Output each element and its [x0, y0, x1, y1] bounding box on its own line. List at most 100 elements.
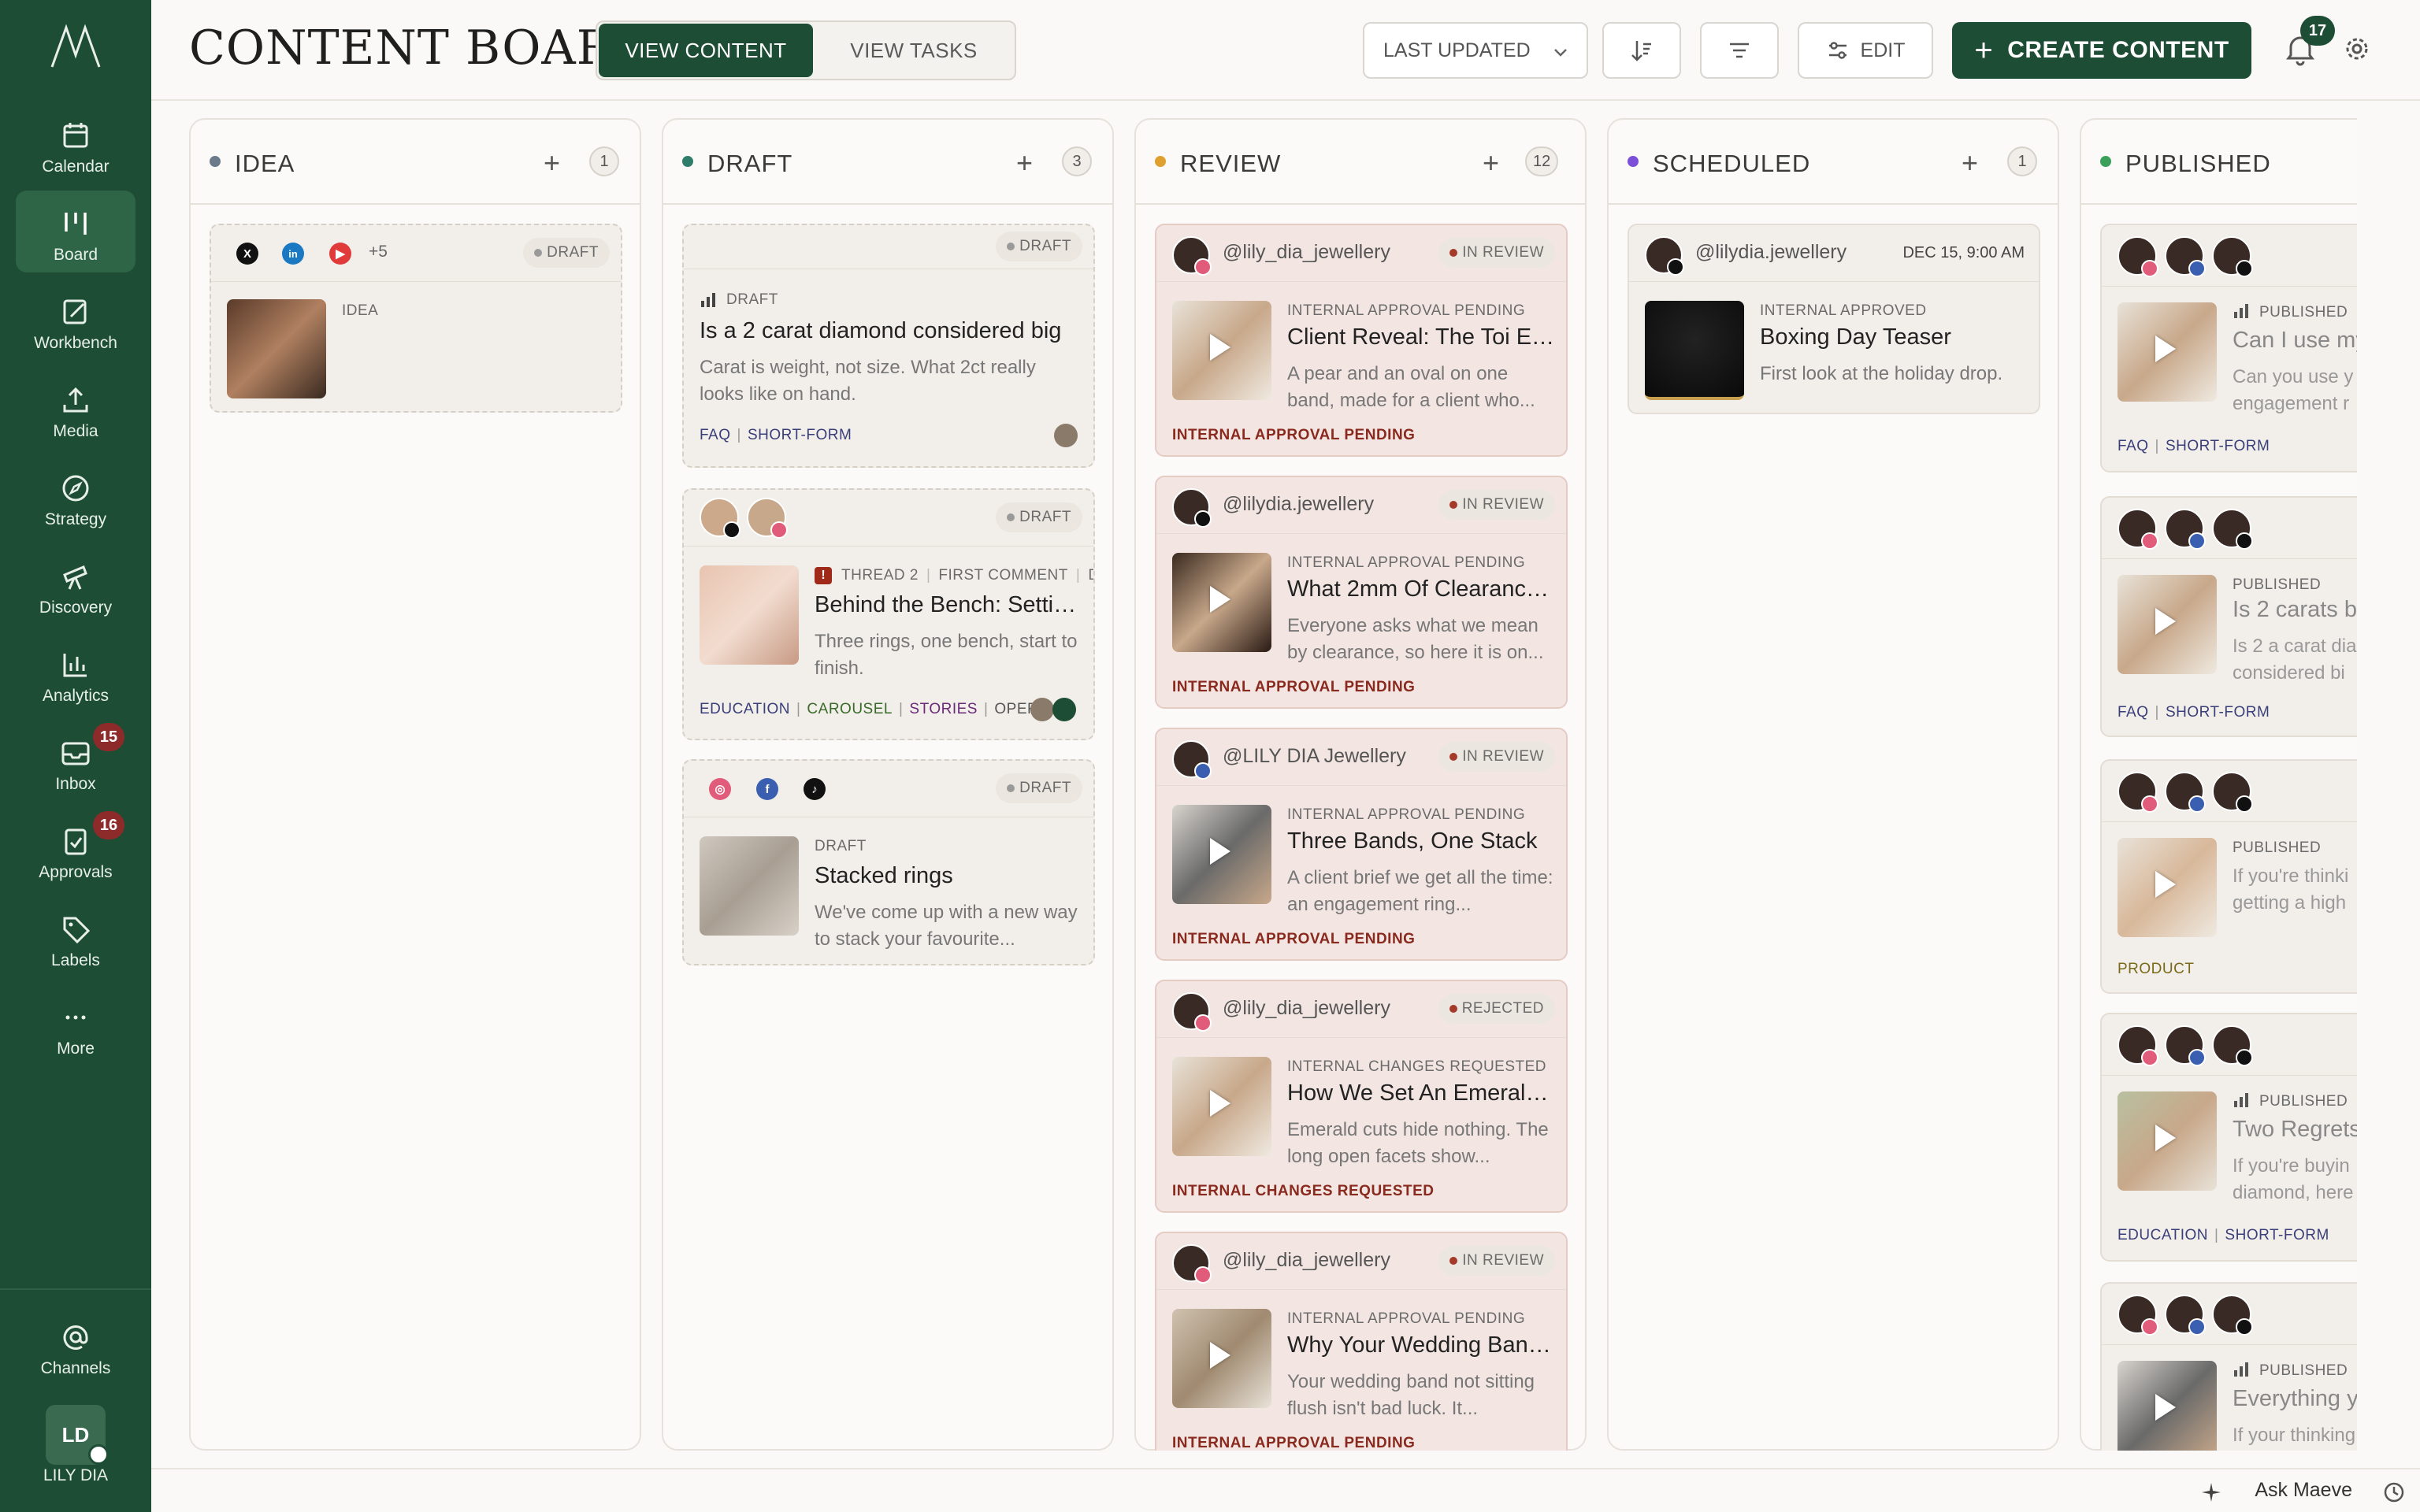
- sidebar-item-label: Inbox: [55, 775, 96, 793]
- video-thumbnail[interactable]: [1172, 553, 1271, 652]
- edit-button[interactable]: EDIT: [1798, 22, 1933, 79]
- content-card[interactable]: DRAFT ! THREAD 2|FIRST COMMENT|DR Behind…: [682, 488, 1095, 740]
- account-avatar: [1172, 1244, 1212, 1284]
- account-avatar: [2165, 1295, 2206, 1336]
- chevron-down-icon: [1554, 49, 1567, 57]
- column-header: REVIEW + 12: [1136, 120, 1585, 205]
- content-card[interactable]: @lilydia.jewellery DEC 15, 9:00 AM INTER…: [1628, 224, 2040, 414]
- filter-button[interactable]: [1700, 22, 1779, 79]
- sidebar-item-labels[interactable]: Labels: [16, 896, 135, 978]
- add-card-button[interactable]: +: [1016, 146, 1033, 180]
- card-header: @lily_dia_jewellery REJECTED: [1156, 981, 1566, 1038]
- sidebar-item-media[interactable]: Media: [16, 367, 135, 449]
- view-content-button[interactable]: VIEW CONTENT: [599, 24, 813, 77]
- tag[interactable]: SHORT-FORM: [2166, 704, 2270, 721]
- tag[interactable]: FAQ: [2118, 438, 2149, 454]
- content-card[interactable]: @lily_dia_jewellery REJECTED INTERNAL CH…: [1155, 980, 1568, 1213]
- tag[interactable]: SHORT-FORM: [2225, 1227, 2329, 1243]
- video-thumbnail[interactable]: [1172, 1057, 1271, 1156]
- sidebar-item-label: Labels: [51, 951, 100, 969]
- column-title: IDEA: [235, 150, 295, 177]
- content-card[interactable]: @lily_dia_jewellery IN REVIEW INTERNAL A…: [1155, 1232, 1568, 1451]
- facebook-icon: [2188, 532, 2206, 550]
- sidebar-item-workbench[interactable]: Workbench: [16, 279, 135, 361]
- content-card[interactable]: @lilydia.jewellery IN REVIEW INTERNAL AP…: [1155, 476, 1568, 709]
- card-title: Why Your Wedding Band ...: [1287, 1332, 1555, 1358]
- sparkle-icon: [2202, 1483, 2221, 1502]
- compass-icon: [62, 475, 89, 502]
- sidebar-item-calendar[interactable]: Calendar: [16, 102, 135, 184]
- sidebar-item-channels[interactable]: Channels: [16, 1304, 135, 1386]
- tag[interactable]: FAQ: [700, 427, 731, 443]
- view-tasks-button[interactable]: VIEW TASKS: [815, 24, 1013, 77]
- column-count: 1: [2007, 146, 2037, 176]
- instagram-icon: [1194, 1014, 1212, 1032]
- facebook-icon: f: [756, 778, 778, 800]
- content-card[interactable]: PUBLISHED Can I use my Can you use y eng…: [2100, 224, 2357, 472]
- tag[interactable]: CAROUSEL: [807, 701, 893, 717]
- sidebar-item-inbox[interactable]: 15 Inbox: [16, 720, 135, 802]
- account-avatar: [2212, 1025, 2253, 1066]
- card-tags: FAQ | SHORT-FORM: [2118, 438, 2270, 454]
- content-card[interactable]: PUBLISHED Two Regrets If you're buyin di…: [2100, 1013, 2357, 1262]
- gear-icon[interactable]: [2343, 35, 2371, 63]
- play-icon: [1210, 334, 1230, 361]
- sidebar-item-more[interactable]: More: [16, 984, 135, 1066]
- brand-logo[interactable]: [44, 24, 107, 71]
- tag[interactable]: STORIES: [909, 701, 978, 717]
- card-header: [2102, 1284, 2357, 1345]
- telescope-icon: [63, 565, 87, 590]
- video-thumbnail[interactable]: [2118, 838, 2217, 937]
- sidebar-item-discovery[interactable]: Discovery: [16, 543, 135, 625]
- tag[interactable]: PRODUCT: [2118, 961, 2194, 977]
- video-thumbnail[interactable]: [2118, 1091, 2217, 1191]
- content-card[interactable]: DRAFT DRAFT Is a 2 carat diamond conside…: [682, 224, 1095, 468]
- add-card-button[interactable]: +: [1962, 146, 1978, 180]
- content-card[interactable]: X in ▶ +5 DRAFT IDEA: [210, 224, 622, 413]
- card-status-footer: INTERNAL CHANGES REQUESTED: [1172, 1183, 1435, 1199]
- content-card[interactable]: @lily_dia_jewellery IN REVIEW INTERNAL A…: [1155, 224, 1568, 457]
- column-header: IDEA + 1: [191, 120, 640, 205]
- tiktok-icon: ♪: [804, 778, 826, 800]
- history-icon[interactable]: [2382, 1480, 2406, 1504]
- sort-label: LAST UPDATED: [1383, 39, 1531, 61]
- video-thumbnail[interactable]: [2118, 575, 2217, 674]
- play-icon: [1210, 1342, 1230, 1369]
- video-thumbnail[interactable]: [2118, 302, 2217, 402]
- page-title: CONTENT BOARD: [189, 20, 652, 76]
- account-avatar: [2118, 509, 2158, 550]
- content-card[interactable]: PUBLISHED Everything yo If your thinking: [2100, 1282, 2357, 1451]
- card-description: If your thinking: [2233, 1425, 2356, 1446]
- content-card[interactable]: @LILY DIA Jewellery IN REVIEW INTERNAL A…: [1155, 728, 1568, 961]
- ask-maeve-button[interactable]: Ask Maeve: [2255, 1479, 2352, 1502]
- video-thumbnail[interactable]: [2118, 1361, 2217, 1451]
- column-scheduled: SCHEDULED + 1 @lilydia.jewellery DEC 15,…: [1607, 118, 2059, 1451]
- create-content-button[interactable]: + CREATE CONTENT: [1952, 22, 2251, 79]
- video-thumbnail[interactable]: [1172, 805, 1271, 904]
- account-name: @lilydia.jewellery: [1695, 241, 1847, 263]
- sidebar-item-board[interactable]: Board: [16, 191, 135, 272]
- sort-direction-button[interactable]: [1602, 22, 1681, 79]
- tag[interactable]: SHORT-FORM: [2166, 438, 2270, 454]
- column-header: SCHEDULED + 1: [1609, 120, 2058, 205]
- tag[interactable]: FAQ: [2118, 704, 2149, 721]
- tag[interactable]: SHORT-FORM: [748, 427, 852, 443]
- video-thumbnail[interactable]: [1172, 301, 1271, 400]
- video-thumbnail[interactable]: [1172, 1309, 1271, 1408]
- sidebar-item-approvals[interactable]: 16 Approvals: [16, 808, 135, 890]
- card-description: A pear and an oval on one band, made for…: [1287, 363, 1535, 411]
- sort-dropdown[interactable]: LAST UPDATED: [1363, 22, 1588, 79]
- content-card[interactable]: PUBLISHED Is 2 carats big Is 2 a carat d…: [2100, 496, 2357, 737]
- column-header: PUBLISHED: [2081, 120, 2357, 205]
- tag[interactable]: EDUCATION: [2118, 1227, 2208, 1243]
- content-card[interactable]: ◎ f ♪ DRAFT DRAFT Stacked rings We've co…: [682, 759, 1095, 965]
- add-card-button[interactable]: +: [1483, 146, 1499, 180]
- tag[interactable]: EDUCATION: [700, 701, 790, 717]
- content-card[interactable]: PUBLISHED If you're thinki getting a hig…: [2100, 759, 2357, 994]
- card-header: @lily_dia_jewellery IN REVIEW: [1156, 1233, 1566, 1290]
- user-name: LILY DIA: [43, 1466, 109, 1484]
- add-card-button[interactable]: +: [544, 146, 560, 180]
- sidebar-item-analytics[interactable]: Analytics: [16, 632, 135, 713]
- bar-chart-icon: [2234, 1093, 2248, 1107]
- sidebar-item-strategy[interactable]: Strategy: [16, 455, 135, 537]
